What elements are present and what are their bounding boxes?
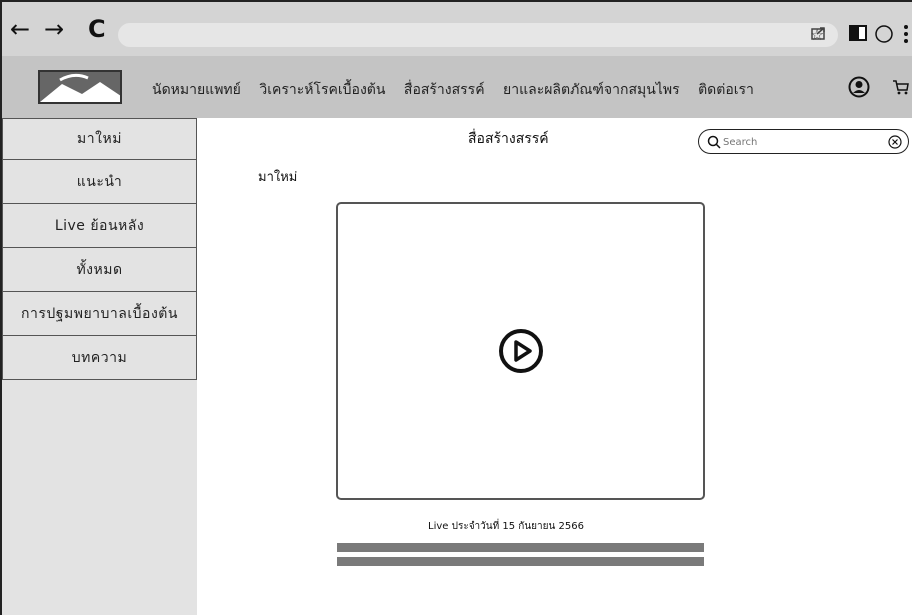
search-icon — [707, 134, 721, 153]
nav-contact[interactable]: ติดต่อเรา — [698, 82, 754, 98]
nav-herbal-products[interactable]: ยาและผลิตภัณฑ์จากสมุนไพร — [503, 82, 680, 98]
video-player[interactable] — [336, 202, 705, 500]
browser-toolbar: ← → C ☆ — [0, 0, 912, 56]
video-caption: Live ประจำวันที่ 15 กันยายน 2566 — [428, 521, 584, 532]
sidebar-item-all[interactable]: ทั้งหมด — [2, 248, 197, 292]
site-header: นัดหมายแพทย์ วิเคราะห์โรคเบื้องต้น สื่อส… — [0, 56, 912, 118]
text-placeholder-bar — [337, 557, 704, 566]
sidebar-item-new[interactable]: มาใหม่ — [2, 118, 197, 160]
search-box — [698, 129, 909, 154]
clear-search-icon[interactable] — [888, 134, 902, 153]
user-account-icon[interactable] — [848, 76, 870, 102]
more-menu-icon[interactable] — [902, 24, 910, 48]
sidebar-toggle-icon[interactable] — [848, 24, 868, 46]
sidebar-item-recommended[interactable]: แนะนำ — [2, 160, 197, 204]
site-logo[interactable] — [38, 70, 122, 104]
text-placeholder-bar — [337, 543, 704, 552]
cart-icon[interactable] — [892, 78, 910, 100]
nav-appointment[interactable]: นัดหมายแพทย์ — [152, 82, 241, 98]
section-heading: มาใหม่ — [258, 170, 298, 185]
back-icon[interactable]: ← — [10, 16, 30, 42]
reload-icon[interactable]: C — [88, 16, 106, 42]
nav-creative-media[interactable]: สื่อสร้างสรรค์ — [404, 82, 485, 98]
forward-icon[interactable]: → — [44, 16, 64, 42]
main-nav: นัดหมายแพทย์ วิเคราะห์โรคเบื้องต้น สื่อส… — [152, 79, 768, 101]
search-input[interactable] — [723, 133, 873, 151]
sidebar-item-articles[interactable]: บทความ — [2, 336, 197, 380]
category-sidebar: มาใหม่ แนะนำ Live ย้อนหลัง ทั้งหมด การปฐ… — [0, 118, 197, 615]
sidebar-item-first-aid[interactable]: การปฐมพยาบาลเบื้องต้น — [2, 292, 197, 336]
play-icon[interactable] — [498, 328, 544, 378]
page-title: สื่อสร้างสรรค์ — [468, 131, 549, 147]
sidebar-item-live-replay[interactable]: Live ย้อนหลัง — [2, 204, 197, 248]
nav-diagnosis[interactable]: วิเคราะห์โรคเบื้องต้น — [259, 82, 385, 98]
profile-circle-icon[interactable] — [874, 24, 894, 48]
address-bar[interactable] — [118, 23, 838, 47]
